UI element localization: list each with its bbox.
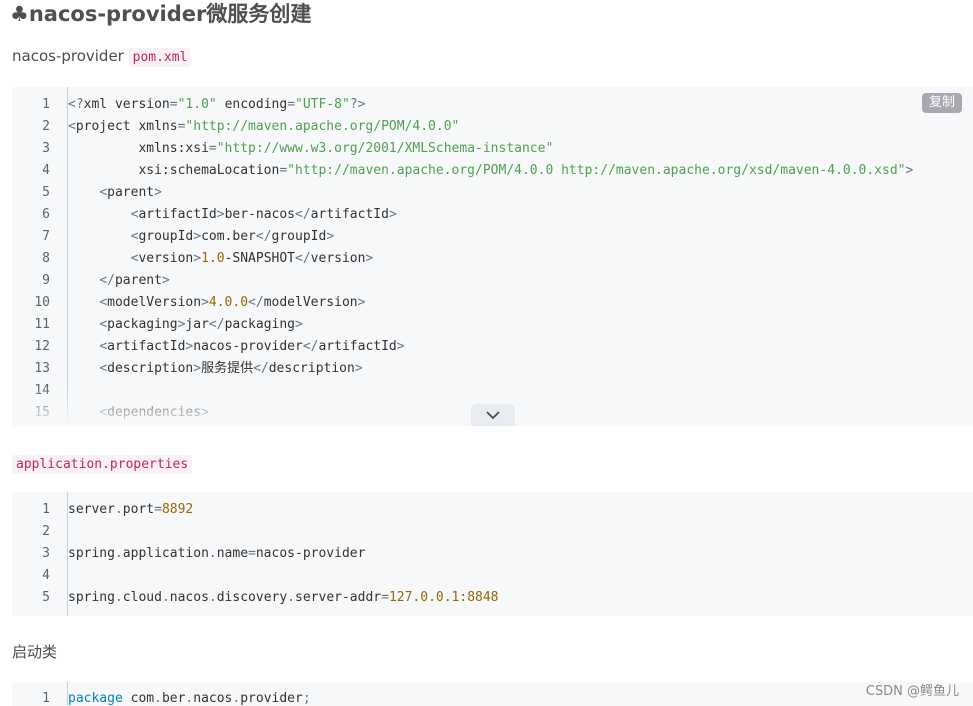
pom-code-line: <project xmlns="http://maven.apache.org/… bbox=[68, 119, 460, 134]
pom-inline-code: pom.xml bbox=[128, 48, 192, 67]
java-code-lines: package com.ber.nacos.provider; bbox=[68, 688, 973, 706]
pom-code-line: <packaging>jar</packaging> bbox=[99, 317, 303, 332]
pom-line-number: 13 bbox=[34, 361, 50, 376]
pom-line-number: 6 bbox=[42, 207, 50, 222]
properties-line-number: 3 bbox=[42, 546, 50, 561]
pom-code-line: <groupId>com.ber</groupId> bbox=[130, 229, 335, 244]
pom-paragraph: nacos-provider pom.xml bbox=[12, 45, 192, 69]
pom-code-line: <artifactId>ber-nacos</artifactId> bbox=[130, 207, 397, 222]
pom-line-number: 8 bbox=[42, 251, 50, 266]
pom-code-line: xsi:schemaLocation="http://maven.apache.… bbox=[138, 163, 914, 178]
pom-line-number: 9 bbox=[42, 273, 50, 288]
pom-code-line: <?xml version="1.0" encoding="UTF-8"?> bbox=[68, 97, 366, 112]
pom-code-line: <description>服务提供</description> bbox=[99, 361, 363, 376]
pom-line-number: 11 bbox=[34, 317, 50, 332]
properties-line-number: 2 bbox=[42, 524, 50, 539]
properties-line-number: 1 bbox=[42, 502, 50, 517]
pom-code-line: <artifactId>nacos-provider</artifactId> bbox=[99, 339, 405, 354]
properties-line-number: 4 bbox=[42, 568, 50, 583]
properties-line-numbers: 1 2 3 4 5 bbox=[12, 499, 62, 609]
pom-code-line: <parent> bbox=[99, 185, 162, 200]
expand-code-button[interactable] bbox=[471, 404, 515, 426]
pom-line-number: 10 bbox=[34, 295, 50, 310]
chevron-down-icon bbox=[486, 411, 500, 420]
pom-line-number: 4 bbox=[42, 163, 50, 178]
pom-code-line: xmlns:xsi="http://www.w3.org/2001/XMLSch… bbox=[138, 141, 554, 156]
java-code-block: 1 package com.ber.nacos.provider; bbox=[12, 682, 973, 706]
properties-code-line bbox=[68, 521, 973, 543]
pom-line-number: 5 bbox=[42, 185, 50, 200]
properties-code-lines: server.port=8892 spring.application.name=… bbox=[68, 499, 973, 609]
properties-line-number: 5 bbox=[42, 590, 50, 605]
pom-code-line: <version>1.0-SNAPSHOT</version> bbox=[130, 251, 374, 266]
article-heading: ♣nacos-provider微服务创建 bbox=[10, 0, 311, 28]
pom-line-number: 7 bbox=[42, 229, 50, 244]
pom-paragraph-text: nacos-provider bbox=[12, 47, 129, 65]
properties-inline-code: application.properties bbox=[12, 455, 193, 474]
csdn-watermark: CSDN @鳄鱼儿 bbox=[865, 684, 959, 699]
java-line-numbers: 1 bbox=[12, 688, 62, 706]
pom-code-line: <modelVersion>4.0.0</modelVersion> bbox=[99, 295, 366, 310]
heading-text: nacos-provider微服务创建 bbox=[28, 2, 312, 26]
java-line-number: 1 bbox=[42, 691, 50, 706]
properties-code-line bbox=[68, 565, 973, 587]
pom-code-block: 123456789101112131415 <?xml version="1.0… bbox=[12, 87, 973, 426]
pom-line-numbers: 123456789101112131415 bbox=[12, 94, 62, 424]
properties-paragraph: application.properties bbox=[12, 452, 193, 476]
pom-line-number: 3 bbox=[42, 141, 50, 156]
pom-code-line: </parent> bbox=[99, 273, 170, 288]
properties-code-line: server.port=8892 bbox=[68, 502, 194, 517]
properties-code-block: 1 2 3 4 5 server.port=8892 spring.application… bbox=[12, 492, 973, 616]
pom-line-number: 12 bbox=[34, 339, 50, 354]
pom-line-number: 1 bbox=[42, 97, 50, 112]
startup-class-paragraph: 启动类 bbox=[12, 643, 58, 661]
clover-icon: ♣ bbox=[10, 2, 29, 26]
java-code-line: package com.ber.nacos.provider; bbox=[68, 691, 311, 706]
properties-code-line: spring.application.name=nacos-provider bbox=[68, 546, 366, 561]
pom-line-number: 2 bbox=[42, 119, 50, 134]
copy-button[interactable]: 复制 bbox=[921, 93, 962, 113]
pom-code-lines: <?xml version="1.0" encoding="UTF-8"?> <p… bbox=[68, 94, 973, 424]
properties-code-line: spring.cloud.nacos.discovery.server-addr… bbox=[68, 590, 499, 605]
